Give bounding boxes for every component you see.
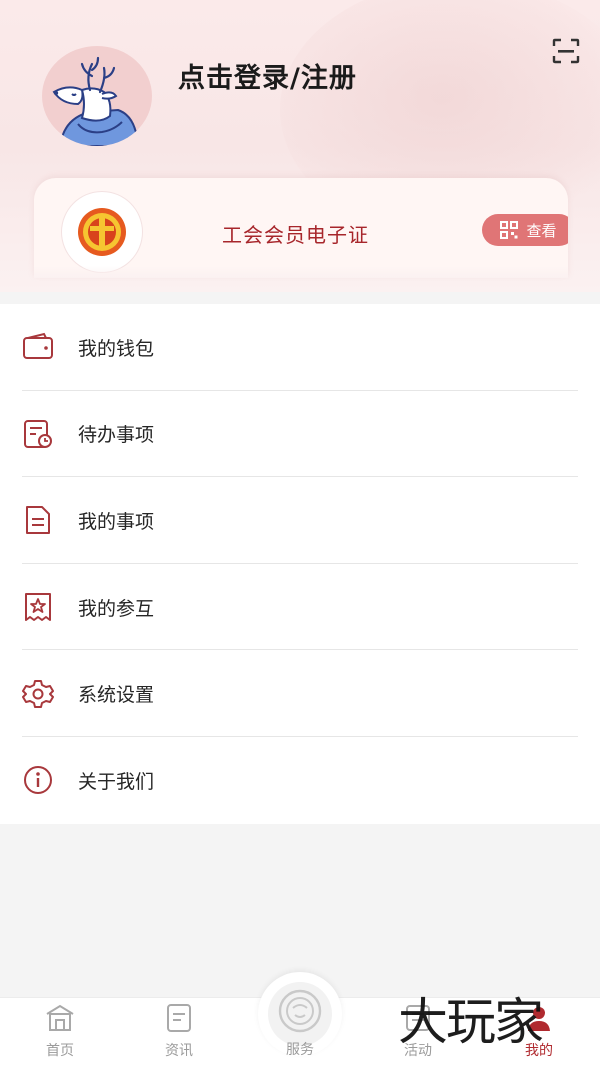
union-emblem-icon	[62, 192, 142, 272]
star-ticket-icon	[25, 593, 51, 622]
menu-item-wallet[interactable]: 我的钱包	[0, 304, 600, 391]
service-icon	[278, 989, 322, 1033]
menu-label-participation: 我的参互	[78, 597, 155, 620]
menu-label-settings: 系统设置	[78, 684, 155, 707]
tab-label-home: 首页	[46, 1043, 74, 1059]
wallet-icon	[23, 333, 53, 360]
menu-label-todo: 待办事项	[78, 424, 155, 447]
menu-item-about[interactable]: 关于我们	[0, 737, 600, 824]
profile-header: 点击登录/注册 工会会员电子证 查看	[0, 0, 600, 292]
info-icon	[24, 766, 52, 795]
menu-list: 我的钱包 待办事项 我的事项 我的参互 系统设置 关于我们	[0, 304, 600, 824]
todo-icon	[24, 419, 52, 448]
view-card-button[interactable]: 查看	[482, 214, 568, 246]
menu-label-about: 关于我们	[78, 770, 155, 793]
qr-code-icon	[500, 221, 519, 239]
home-icon	[46, 1004, 74, 1031]
menu-item-settings[interactable]: 系统设置	[0, 650, 600, 737]
menu-item-my-matters[interactable]: 我的事项	[0, 477, 600, 564]
avatar[interactable]	[42, 46, 152, 146]
menu-item-participation[interactable]: 我的参互	[0, 564, 600, 651]
menu-item-todo[interactable]: 待办事项	[0, 391, 600, 478]
member-card-title: 工会会员电子证	[222, 223, 369, 247]
menu-label-wallet: 我的钱包	[78, 337, 155, 360]
tab-home[interactable]: 首页	[20, 998, 100, 1068]
news-icon	[167, 1004, 191, 1032]
deer-avatar-icon	[52, 56, 140, 146]
watermark: 大玩家	[398, 993, 544, 1051]
menu-label-my-matters: 我的事项	[78, 510, 155, 533]
login-register-link[interactable]: 点击登录/注册	[178, 56, 357, 95]
member-card[interactable]: 工会会员电子证 查看	[34, 178, 568, 278]
tab-label-service[interactable]: 服务	[258, 1039, 342, 1059]
scan-icon[interactable]	[552, 38, 580, 64]
view-card-label: 查看	[526, 221, 557, 240]
tab-label-news: 资讯	[165, 1043, 193, 1059]
document-icon	[26, 506, 50, 535]
gear-icon	[22, 679, 54, 708]
tab-news[interactable]: 资讯	[139, 998, 219, 1068]
